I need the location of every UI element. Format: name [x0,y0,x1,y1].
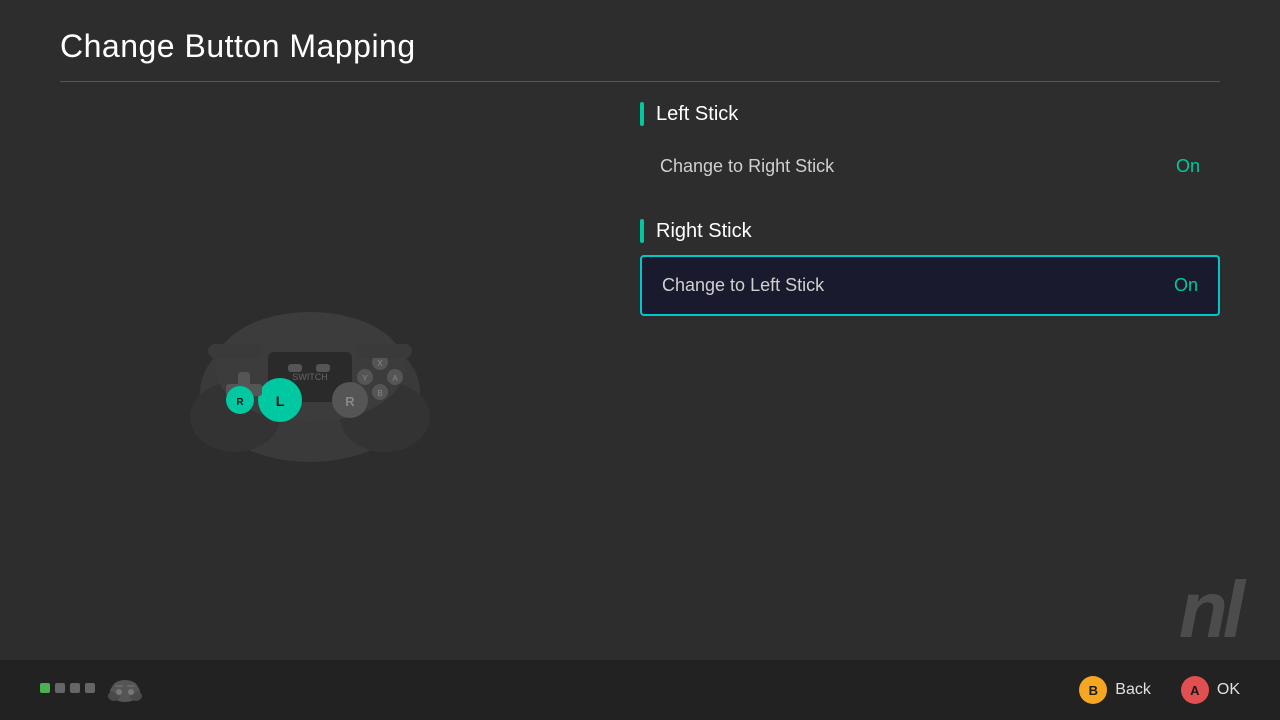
section-left-stick-title: Left Stick [656,103,738,126]
section-left-stick-header: Left Stick [640,102,1220,126]
svg-text:Y: Y [362,374,368,383]
b-button-icon: B [1079,676,1107,704]
svg-text:R: R [345,394,355,409]
back-button[interactable]: B Back [1079,676,1151,704]
section-right-stick: Right Stick Change to Left Stick On [640,219,1220,316]
svg-text:A: A [392,374,398,383]
svg-text:R: R [236,397,244,408]
ok-button[interactable]: A OK [1181,676,1240,704]
svg-text:X: X [377,359,383,368]
footer-right: B Back A OK [1079,676,1240,704]
page-header: Change Button Mapping [0,0,1280,81]
section-bar-right [640,219,644,243]
svg-text:B: B [377,389,382,398]
main-content: SWITCH L R X A B Y R [0,82,1280,642]
option-change-right-stick-value: On [1176,156,1200,177]
option-change-to-right-stick[interactable]: Change to Right Stick On [640,138,1220,195]
footer: B Back A OK [0,660,1280,720]
dot-3 [70,683,80,693]
page-title: Change Button Mapping [60,28,1220,65]
svg-text:SWITCH: SWITCH [292,372,328,382]
section-right-stick-header: Right Stick [640,219,1220,243]
indicator-dots [40,683,95,697]
dot-2 [55,683,65,693]
footer-controller-icon [107,672,143,708]
option-change-left-stick-label: Change to Left Stick [662,275,824,296]
controller-area: SWITCH L R X A B Y R [0,82,620,642]
ok-label: OK [1217,681,1240,699]
controller-illustration: SWITCH L R X A B Y R [180,252,440,472]
option-change-right-stick-label: Change to Right Stick [660,156,834,177]
option-change-left-stick-value: On [1174,275,1198,296]
option-change-to-left-stick[interactable]: Change to Left Stick On [640,255,1220,316]
footer-left [40,672,143,708]
section-left-stick: Left Stick Change to Right Stick On [640,102,1220,195]
back-label: Back [1115,681,1151,699]
section-bar [640,102,644,126]
section-right-stick-title: Right Stick [656,220,752,243]
svg-text:L: L [276,393,285,409]
settings-area: Left Stick Change to Right Stick On Righ… [620,82,1280,642]
a-button-icon: A [1181,676,1209,704]
dot-1 [40,683,50,693]
dot-4 [85,683,95,693]
